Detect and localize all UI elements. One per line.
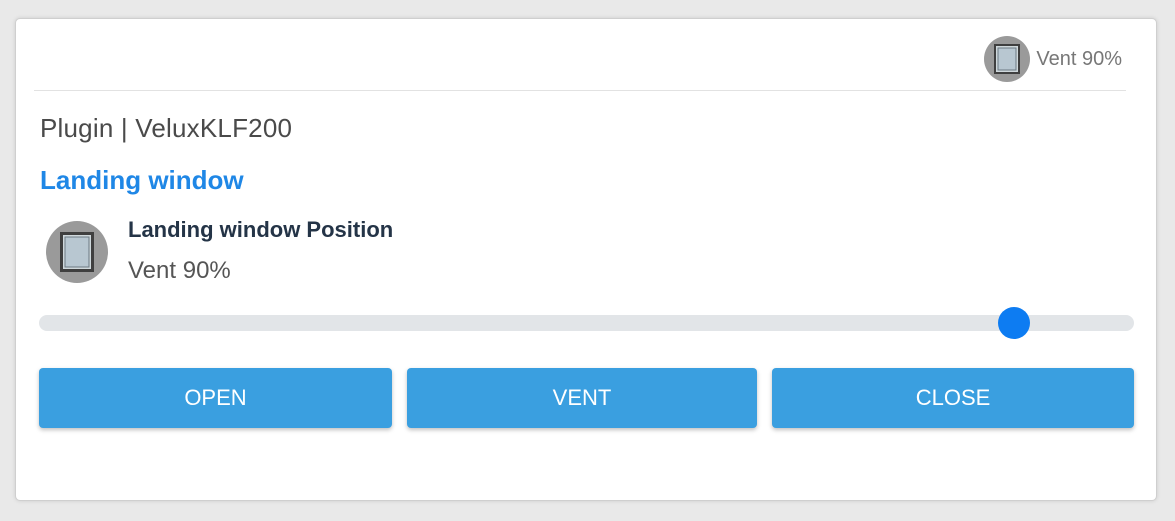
plugin-title: Plugin | VeluxKLF200 <box>40 113 293 143</box>
action-buttons: OPEN VENT CLOSE <box>39 368 1134 428</box>
open-button[interactable]: OPEN <box>39 368 392 428</box>
device-name: Landing window <box>40 165 244 195</box>
header-divider <box>34 90 1126 91</box>
position-slider[interactable] <box>39 307 1134 339</box>
slider-thumb[interactable] <box>997 307 1030 339</box>
position-item: Landing window Position Vent 90% <box>46 217 393 285</box>
close-button[interactable]: CLOSE <box>772 368 1134 428</box>
position-value: Vent 90% <box>128 257 231 284</box>
header-status: Vent 90% <box>984 36 1122 82</box>
position-title: Landing window Position <box>128 217 394 242</box>
window-icon <box>984 36 1031 82</box>
window-icon <box>46 221 108 283</box>
slider-track[interactable] <box>39 315 1134 331</box>
header-status-text: Vent 90% <box>1036 47 1122 70</box>
vent-button[interactable]: VENT <box>407 368 757 428</box>
plugin-card: Vent 90% Plugin | VeluxKLF200 Landing wi… <box>15 18 1157 501</box>
